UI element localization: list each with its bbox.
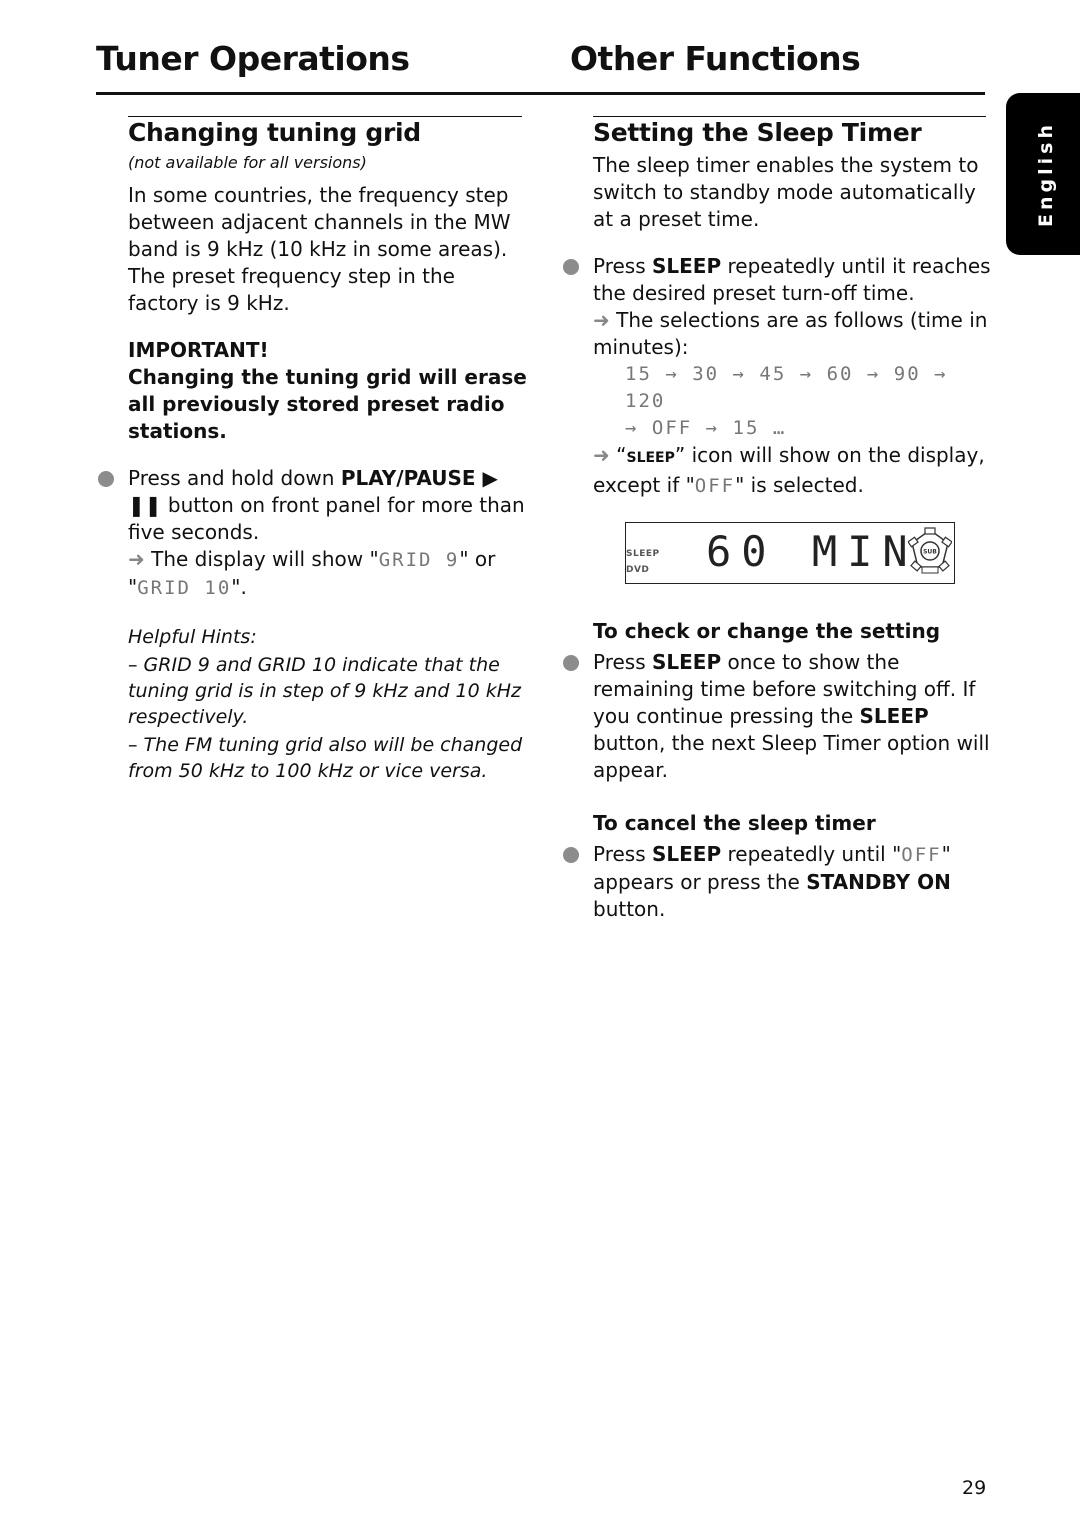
- page-title-other-functions: Other Functions: [570, 39, 861, 78]
- sleep-button-name: SLEEP: [652, 254, 722, 278]
- display-readout: 60 MIN: [706, 527, 918, 576]
- step-cancel-timer: Press SLEEP repeatedly until "OFF" appea…: [563, 841, 991, 923]
- hints-title: Helpful Hints:: [128, 626, 257, 648]
- lcd-display-illustration: SLEEP DVD 60 MIN SUB: [625, 522, 955, 584]
- sleep-sequence-line-1: 15 → 30 → 45 → 60 → 90 → 120: [625, 363, 948, 412]
- lcd-text-off: OFF: [901, 844, 942, 866]
- bullet-icon: [563, 655, 579, 671]
- sleep-button-name: SLEEP: [652, 650, 722, 674]
- standby-on-button-name: STANDBY ON: [806, 870, 951, 894]
- hint-item: – The FM tuning grid also will be change…: [128, 734, 523, 782]
- subheading-check-setting: To check or change the setting: [593, 619, 941, 643]
- arrow-right-icon: ➜: [593, 443, 610, 467]
- subheading-cancel-timer: To cancel the sleep timer: [593, 811, 876, 835]
- sleep-button-name: SLEEP: [859, 704, 929, 728]
- section-divider-left: [128, 116, 522, 117]
- sleep-sequence-line-2: → OFF → 15 …: [625, 417, 787, 439]
- important-label: IMPORTANT!: [128, 338, 269, 362]
- tuning-grid-intro: In some countries, the frequency step be…: [128, 183, 511, 315]
- helpful-hints: Helpful Hints: – GRID 9 and GRID 10 indi…: [128, 624, 528, 784]
- step-play-pause: Press and hold down PLAY/PAUSE ▶ ❚❚ butt…: [98, 465, 528, 602]
- step-check-setting: Press SLEEP once to show the remaining t…: [563, 649, 991, 784]
- sleep-icon-name: SLEEP: [626, 450, 675, 466]
- other-functions-column: Setting the Sleep Timer The sleep timer …: [563, 118, 991, 923]
- page-title-tuner-operations: Tuner Operations: [96, 39, 410, 78]
- section-heading-tuning-grid: Changing tuning grid: [128, 118, 421, 147]
- important-notice: IMPORTANT! Changing the tuning grid will…: [128, 337, 528, 445]
- step-press-sleep: Press SLEEP repeatedly until it reaches …: [563, 253, 991, 500]
- hint-item: – GRID 9 and GRID 10 indicate that the t…: [128, 654, 521, 728]
- section-divider-right: [593, 116, 986, 117]
- lcd-text-grid-10: GRID 10: [137, 577, 232, 599]
- display-dvd-indicator: DVD: [626, 565, 650, 575]
- lcd-text-off: OFF: [694, 475, 736, 497]
- subwoofer-logo-icon: SUB: [908, 527, 952, 574]
- availability-note: (not available for all versions): [128, 153, 367, 172]
- bullet-icon: [98, 471, 114, 487]
- bullet-icon: [563, 259, 579, 275]
- important-text: Changing the tuning grid will erase all …: [128, 365, 527, 443]
- bullet-icon: [563, 847, 579, 863]
- language-tab-label: English: [1035, 121, 1057, 227]
- language-tab: English: [1006, 93, 1080, 255]
- logo-text: SUB: [923, 549, 937, 556]
- sleep-timer-intro: The sleep timer enables the system to sw…: [593, 153, 979, 231]
- arrow-right-icon: ➜: [593, 308, 610, 332]
- sleep-button-name: SLEEP: [652, 842, 722, 866]
- header-divider: [96, 92, 985, 95]
- page-number: 29: [962, 1477, 987, 1499]
- lcd-text-grid-9: GRID 9: [378, 549, 460, 571]
- tuner-column: Changing tuning grid (not available for …: [98, 118, 528, 784]
- section-heading-sleep-timer: Setting the Sleep Timer: [593, 118, 922, 147]
- arrow-right-icon: ➜: [128, 547, 145, 571]
